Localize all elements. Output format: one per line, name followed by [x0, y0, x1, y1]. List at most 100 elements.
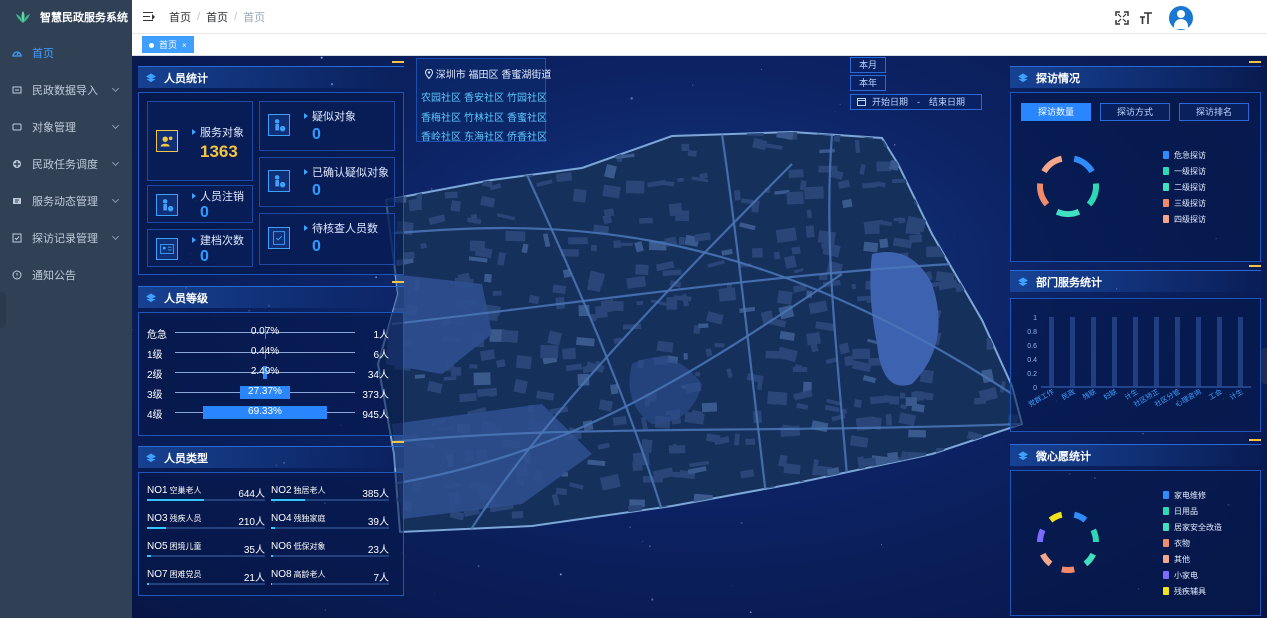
legend-item[interactable]: 家电维修 [1163, 487, 1222, 503]
type-count: 644人 [238, 489, 265, 500]
legend-swatch [1163, 507, 1169, 515]
fullscreen-icon[interactable] [1115, 11, 1129, 25]
type-name: 独居老人 [293, 486, 326, 495]
tab-visit-count[interactable]: 探访数量 [1021, 103, 1091, 121]
id-card-icon [156, 238, 178, 260]
this-month-button[interactable]: 本月 [850, 57, 886, 73]
sidebar-item-object-mgmt[interactable]: 对象管理 [0, 108, 132, 145]
sidebar-item-service-mgmt[interactable]: 服务动态管理 [0, 182, 132, 219]
chevron-down-icon [111, 84, 120, 93]
legend-item[interactable]: 危急探访 [1163, 147, 1206, 163]
right-collapse-handle[interactable] [1261, 348, 1267, 384]
community-link[interactable]: 香蜜社区 [507, 109, 547, 124]
visit-title: 探访情况 [1010, 61, 1261, 88]
dispatch-icon [13, 159, 21, 168]
chevron-down-icon [111, 195, 120, 204]
legend-item[interactable]: 其他 [1163, 551, 1222, 567]
people-icon [156, 130, 178, 152]
legend-item[interactable]: 残疾辅具 [1163, 583, 1222, 599]
legend-item[interactable]: 日用品 [1163, 503, 1222, 519]
sidebar-item-home[interactable]: 首页 [0, 34, 132, 71]
font-size-icon[interactable] [1139, 11, 1153, 25]
cancel-card[interactable]: 人员注销 0 [147, 185, 253, 223]
level-row: 1级 0.44% 6人 [147, 345, 389, 361]
bar-background [1175, 317, 1180, 387]
legend-item[interactable]: 衣物 [1163, 535, 1222, 551]
legend-label: 日用品 [1174, 506, 1198, 516]
person-type-item: NO1 空巢老人 644人 [147, 485, 265, 505]
legend-item[interactable]: 居家安全改造 [1163, 519, 1222, 535]
type-name: 困难党员 [169, 570, 202, 579]
breadcrumb-item[interactable]: 首页 [206, 9, 228, 25]
community-link[interactable]: 农园社区 [421, 89, 461, 104]
dashboard: 深圳市 福田区 香蜜湖街道 农园社区 香安社区 竹园社区 香梅社区 竹林社区 香… [132, 56, 1267, 618]
start-date-input[interactable]: 开始日期 [872, 97, 908, 107]
close-icon[interactable]: × [182, 41, 187, 50]
bar-background [1091, 317, 1096, 387]
tab-visit-method[interactable]: 探访方式 [1100, 103, 1170, 121]
confirmed-suspect-card[interactable]: 已确认疑似对象 0 [259, 157, 395, 207]
date-range-picker[interactable]: 开始日期 - 结束日期 [850, 94, 982, 110]
breadcrumb: 首页 / 首页 / 首页 [169, 9, 266, 25]
community-link[interactable]: 东海社区 [464, 128, 504, 143]
end-date-input[interactable]: 结束日期 [929, 97, 965, 107]
sidebar-item-label: 服务动态管理 [32, 195, 98, 208]
suspect-card[interactable]: 疑似对象 0 [259, 101, 395, 151]
type-rank: NO5 困境儿童 [147, 541, 202, 552]
sidebar-item-visit-record[interactable]: 探访记录管理 [0, 219, 132, 256]
service-object-card[interactable]: 服务对象 1363 [147, 101, 253, 181]
legend-swatch [1163, 183, 1169, 191]
legend-item[interactable]: 四级探访 [1163, 211, 1206, 227]
type-bar [271, 583, 273, 585]
chevron-down-icon [111, 232, 120, 241]
suspect-value: 0 [312, 126, 321, 143]
hamburger-menu-icon[interactable] [143, 11, 155, 22]
sidebar-item-label: 探访记录管理 [32, 232, 98, 245]
type-rank: NO1 空巢老人 [147, 485, 202, 496]
ring-segment [1086, 183, 1099, 207]
user-avatar[interactable] [1169, 6, 1193, 30]
legend-item[interactable]: 二级探访 [1163, 179, 1206, 195]
ring-segment [1073, 511, 1088, 523]
legend-label: 二级探访 [1174, 182, 1206, 192]
header-actions [1105, 6, 1193, 30]
type-count: 35人 [243, 545, 265, 556]
pending-check-card[interactable]: 待核查人员数 0 [259, 213, 395, 265]
tab-visit-rank[interactable]: 探访排名 [1179, 103, 1249, 121]
type-rank: NO7 困难党员 [147, 569, 202, 580]
sidebar-collapse-handle[interactable] [0, 292, 6, 328]
breadcrumb-item[interactable]: 首页 [169, 9, 191, 25]
sidebar-item-notice[interactable]: 通知公告 [0, 256, 132, 293]
visit-ring-chart [1037, 155, 1099, 217]
sidebar-menu: 首页 民政数据导入 对象管理 民政任务调度 服务动态管理 探访记录管理 通知公告 [0, 34, 132, 293]
legend-label: 残疾辅具 [1174, 586, 1206, 596]
level-percent: 27.37% [248, 386, 282, 397]
lotus-logo-icon [16, 11, 30, 23]
tag-home[interactable]: 首页 × [142, 36, 194, 53]
pending-check-value: 0 [312, 238, 321, 255]
community-link[interactable]: 香岭社区 [421, 128, 461, 143]
bar-background [1112, 317, 1117, 387]
community-link[interactable]: 侨香社区 [507, 128, 547, 143]
location-panel: 深圳市 福田区 香蜜湖街道 农园社区 香安社区 竹园社区 香梅社区 竹林社区 香… [416, 58, 551, 143]
archive-card[interactable]: 建档次数 0 [147, 229, 253, 267]
legend-swatch [1163, 523, 1169, 531]
legend-swatch [1163, 491, 1169, 499]
sidebar-item-data-import[interactable]: 民政数据导入 [0, 71, 132, 108]
legend-item[interactable]: 小家电 [1163, 567, 1222, 583]
level-name: 2级 [147, 370, 163, 381]
brand[interactable]: 智慧民政服务系统 [0, 0, 132, 34]
legend-item[interactable]: 一级探访 [1163, 163, 1206, 179]
sidebar-item-task-dispatch[interactable]: 民政任务调度 [0, 145, 132, 182]
community-link[interactable]: 竹园社区 [507, 89, 547, 104]
legend-item[interactable]: 三级探访 [1163, 195, 1206, 211]
community-link[interactable]: 香安社区 [464, 89, 504, 104]
archive-label: 建档次数 [192, 232, 244, 248]
type-name: 困境儿童 [169, 542, 202, 551]
community-link[interactable]: 香梅社区 [421, 109, 461, 124]
community-link[interactable]: 竹林社区 [464, 109, 504, 124]
district-map[interactable] [372, 124, 1052, 544]
level-row: 危急 0.07% 1人 [147, 325, 389, 341]
level-name: 危急 [147, 330, 167, 341]
this-year-button[interactable]: 本年 [850, 75, 886, 91]
